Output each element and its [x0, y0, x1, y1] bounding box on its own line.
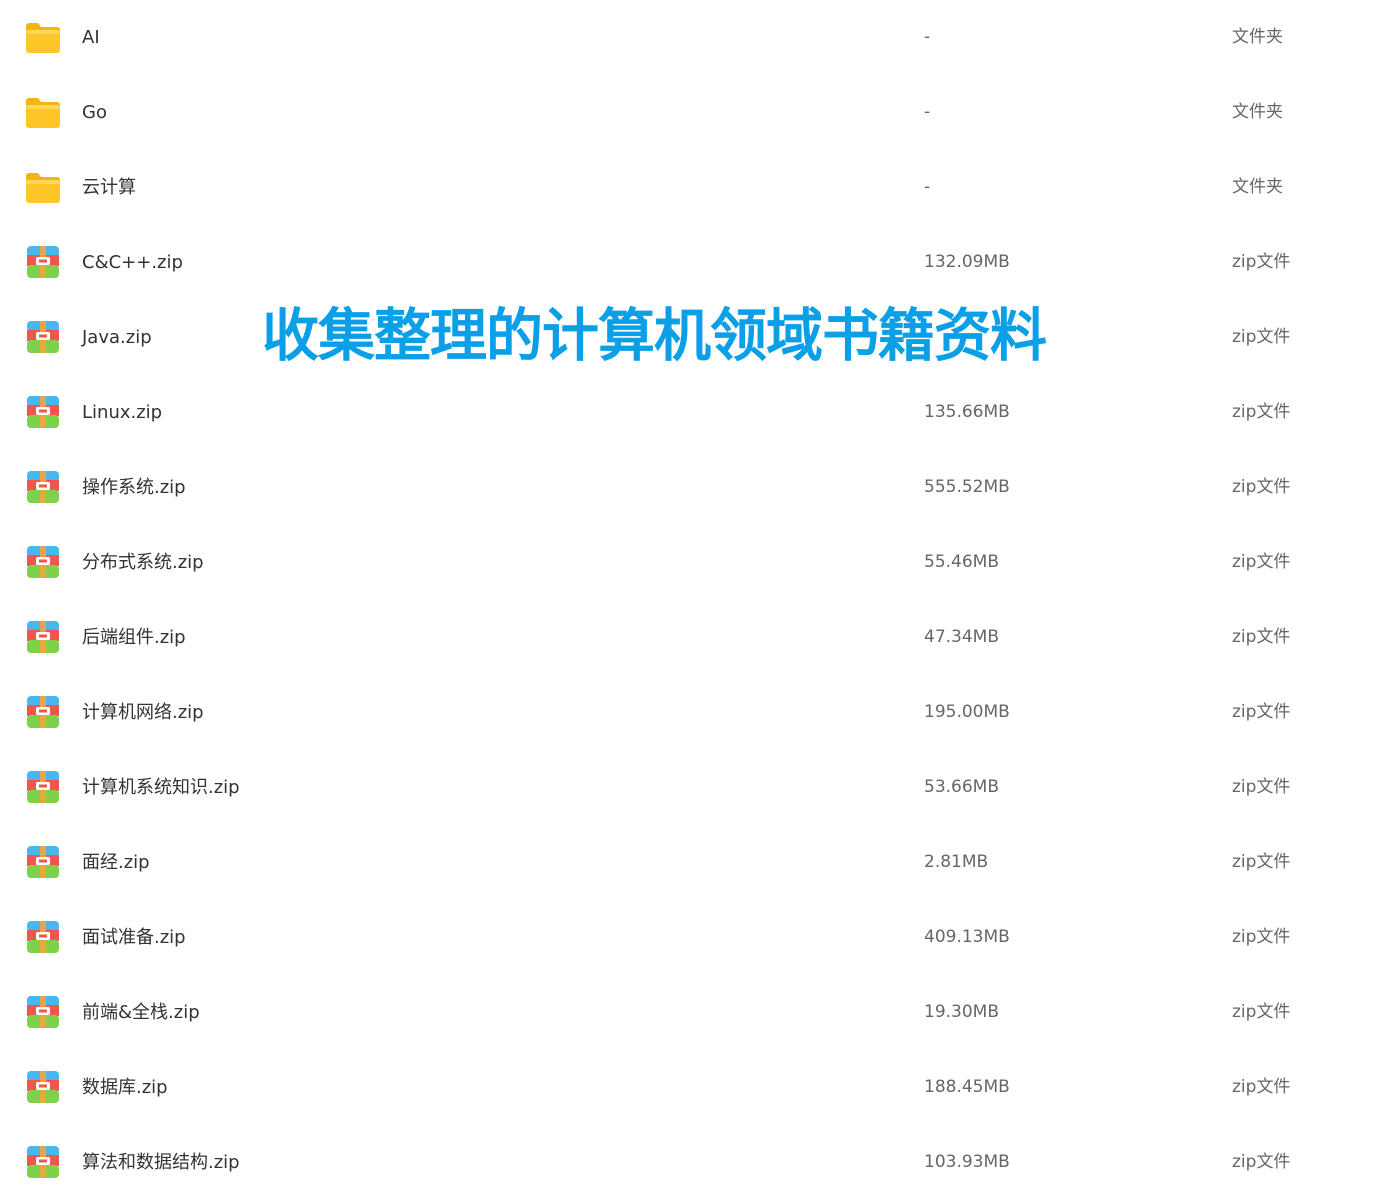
file-name[interactable]: 面经.zip [82, 825, 150, 900]
zip-archive-icon [24, 920, 62, 956]
file-size: 2.81MB [924, 852, 989, 872]
file-row[interactable]: 前端&全栈.zip 19.30MB zip文件 [0, 975, 1376, 1050]
file-size: 47.34MB [924, 627, 999, 647]
file-row[interactable]: 云计算 - 文件夹 [0, 150, 1376, 225]
file-row[interactable]: 面经.zip 2.81MB zip文件 [0, 825, 1376, 900]
file-row[interactable]: 分布式系统.zip 55.46MB zip文件 [0, 525, 1376, 600]
file-type: zip文件 [1232, 1002, 1291, 1022]
zip-archive-icon [24, 545, 62, 581]
folder-icon [24, 20, 62, 56]
file-size: 409.13MB [924, 927, 1010, 947]
file-type: zip文件 [1232, 402, 1291, 422]
zip-archive-icon [24, 620, 62, 656]
file-size: 53.66MB [924, 777, 999, 797]
file-size: - [924, 27, 931, 47]
file-type: zip文件 [1232, 552, 1291, 572]
file-size: - [924, 177, 931, 197]
file-name[interactable]: 计算机网络.zip [82, 675, 204, 750]
file-type: zip文件 [1232, 702, 1291, 722]
file-row[interactable]: AI - 文件夹 [0, 0, 1376, 75]
file-name[interactable]: Linux.zip [82, 375, 162, 450]
file-row[interactable]: 数据库.zip 188.45MB zip文件 [0, 1050, 1376, 1125]
file-row[interactable]: 面试准备.zip 409.13MB zip文件 [0, 900, 1376, 975]
file-row[interactable]: 计算机网络.zip 195.00MB zip文件 [0, 675, 1376, 750]
zip-archive-icon [24, 995, 62, 1031]
file-size: 19.30MB [924, 1002, 999, 1022]
file-name[interactable]: 云计算 [82, 150, 136, 225]
file-size: 188.45MB [924, 1077, 1010, 1097]
file-type: zip文件 [1232, 1152, 1291, 1172]
file-size: 195.00MB [924, 702, 1010, 722]
zip-archive-icon [24, 1145, 62, 1181]
file-size: 103.93MB [924, 1152, 1010, 1172]
file-size: - [924, 102, 931, 122]
file-row[interactable]: 后端组件.zip 47.34MB zip文件 [0, 600, 1376, 675]
file-name[interactable]: 计算机系统知识.zip [82, 750, 240, 825]
file-name[interactable]: 后端组件.zip [82, 600, 186, 675]
zip-archive-icon [24, 695, 62, 731]
file-size: 555.52MB [924, 477, 1010, 497]
file-type: 文件夹 [1232, 102, 1283, 122]
file-size: 132.09MB [924, 252, 1010, 272]
file-type: zip文件 [1232, 327, 1291, 347]
zip-archive-icon [24, 470, 62, 506]
file-name[interactable]: Go [82, 75, 107, 150]
file-name[interactable]: 操作系统.zip [82, 450, 186, 525]
file-name[interactable]: 面试准备.zip [82, 900, 186, 975]
file-list: AI - 文件夹 Go - 文件夹 云计算 - 文件夹 C&C++.zip 13… [0, 0, 1376, 1200]
overlay-title: 收集整理的计算机领域书籍资料 [262, 303, 1047, 369]
zip-archive-icon [24, 245, 62, 281]
file-type: zip文件 [1232, 777, 1291, 797]
file-row[interactable]: 算法和数据结构.zip 103.93MB zip文件 [0, 1125, 1376, 1200]
file-size: 55.46MB [924, 552, 999, 572]
file-name[interactable]: 分布式系统.zip [82, 525, 204, 600]
file-type: zip文件 [1232, 627, 1291, 647]
file-row[interactable]: Linux.zip 135.66MB zip文件 [0, 375, 1376, 450]
file-name[interactable]: Java.zip [82, 300, 152, 375]
zip-archive-icon [24, 845, 62, 881]
file-type: zip文件 [1232, 927, 1291, 947]
zip-archive-icon [24, 395, 62, 431]
file-row[interactable]: 操作系统.zip 555.52MB zip文件 [0, 450, 1376, 525]
file-type: zip文件 [1232, 477, 1291, 497]
file-name[interactable]: 前端&全栈.zip [82, 975, 200, 1050]
folder-icon [24, 95, 62, 131]
file-row[interactable]: Go - 文件夹 [0, 75, 1376, 150]
file-type: 文件夹 [1232, 27, 1283, 47]
file-type: zip文件 [1232, 852, 1291, 872]
file-type: zip文件 [1232, 252, 1291, 272]
file-type: 文件夹 [1232, 177, 1283, 197]
zip-archive-icon [24, 770, 62, 806]
file-name[interactable]: C&C++.zip [82, 225, 183, 300]
file-name[interactable]: 数据库.zip [82, 1050, 168, 1125]
file-size: 135.66MB [924, 402, 1010, 422]
file-type: zip文件 [1232, 1077, 1291, 1097]
zip-archive-icon [24, 320, 62, 356]
zip-archive-icon [24, 1070, 62, 1106]
file-name[interactable]: 算法和数据结构.zip [82, 1125, 240, 1200]
file-name[interactable]: AI [82, 0, 100, 75]
file-row[interactable]: 计算机系统知识.zip 53.66MB zip文件 [0, 750, 1376, 825]
folder-icon [24, 170, 62, 206]
file-row[interactable]: C&C++.zip 132.09MB zip文件 [0, 225, 1376, 300]
